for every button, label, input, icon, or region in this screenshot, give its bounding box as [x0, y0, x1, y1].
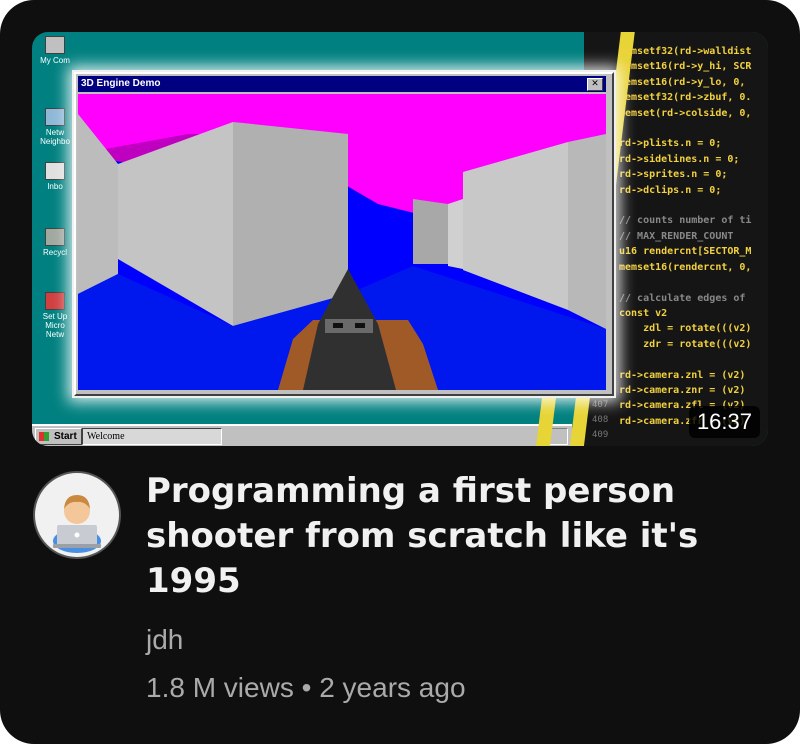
start-label: Start: [54, 431, 77, 442]
code-line: memset16(rd->y_hi, SCR: [619, 61, 752, 73]
line-number: 408: [592, 415, 609, 425]
code-line: rd->plists.n = 0;: [619, 138, 722, 150]
channel-avatar[interactable]: [33, 471, 121, 559]
taskbar-item: Welcome: [82, 428, 222, 445]
code-line: memsetf32(rd->walldist: [619, 46, 752, 57]
code-line: zdr = rotate(((v2): [619, 338, 752, 350]
technologist-with-laptop-icon: [53, 495, 101, 553]
shotgun-barrel-left: [333, 323, 343, 328]
close-icon: ✕: [587, 78, 603, 91]
network-icon: [45, 108, 65, 126]
window-title: 3D Engine Demo: [81, 78, 161, 89]
code-line: memset16(rendercnt, 0,: [619, 261, 752, 273]
wall-center-left: [233, 122, 348, 326]
code-line: // counts number of ti: [619, 215, 752, 227]
code-line: rd->sidelines.n = 0;: [619, 153, 740, 165]
code-line: // calculate edges of: [619, 292, 746, 304]
taskbar: Start Welcome: [32, 424, 572, 446]
video-thumbnail[interactable]: My Com Netw Neighbo Inbo Recycl Set Up M…: [32, 32, 768, 446]
code-line: memset16(rd->y_lo, 0,: [619, 76, 746, 88]
line-number: 409: [592, 430, 609, 440]
windows-logo-icon: [39, 432, 49, 441]
desktop-icon-label: My Com: [40, 56, 70, 65]
computer-icon: [45, 36, 65, 54]
fps-scene: [78, 94, 606, 390]
duration-badge: 16:37: [688, 406, 760, 438]
desktop-icon-label: Recycl: [42, 248, 67, 257]
code-line: rd->sprites.n = 0;: [619, 169, 728, 181]
code-line: rd->dclips.n = 0;: [619, 184, 722, 196]
code-line: memsetf32(rd->zbuf, 0.: [619, 92, 752, 104]
code-line: const v2: [619, 307, 668, 319]
desktop-icon-label: Inbo: [47, 182, 63, 191]
wall-distant-face: [448, 199, 463, 269]
shotgun-detail: [325, 319, 373, 333]
shotgun-barrel-right: [355, 323, 365, 328]
code-text: memsetf32(rd->walldist memset16(rd->y_hi,…: [619, 44, 751, 429]
code-line: // MAX_RENDER_COUNT: [619, 230, 734, 242]
meta-separator: •: [301, 672, 312, 703]
desktop-icon-label: Netw Neighbo: [40, 128, 70, 146]
channel-name[interactable]: jdh: [146, 622, 183, 658]
wall-right-near: [568, 134, 606, 329]
upload-age: 2 years ago: [319, 672, 466, 703]
video-card[interactable]: My Com Netw Neighbo Inbo Recycl Set Up M…: [0, 0, 800, 744]
code-line: rd->camera.znl = (v2): [619, 369, 746, 381]
line-numbers: 407 408 409: [592, 398, 608, 443]
code-line: zdl = rotate(((v2): [619, 323, 752, 335]
video-metadata: 1.8 M views • 2 years ago: [146, 670, 466, 706]
msn-icon: [45, 292, 65, 310]
desktop-icon-msn: Set Up Micro Netw: [36, 292, 74, 339]
line-number: 407: [592, 400, 609, 410]
inbox-icon: [45, 162, 65, 180]
desktop-icon-my-computer: My Com: [36, 36, 74, 65]
window-titlebar: 3D Engine Demo ✕: [78, 76, 606, 92]
game-viewport: [78, 94, 606, 390]
wall-distant: [413, 199, 448, 264]
start-button: Start: [35, 428, 82, 445]
desktop-icon-label: Set Up Micro Netw: [42, 312, 68, 339]
desktop-icon-network: Netw Neighbo: [36, 108, 74, 146]
video-title[interactable]: Programming a first person shooter from …: [146, 469, 776, 604]
code-line: u16 rendercnt[SECTOR_M: [619, 246, 752, 258]
code-line: memset(rd->colside, 0,: [619, 107, 752, 119]
view-count: 1.8 M views: [146, 672, 294, 703]
recycle-bin-icon: [45, 228, 65, 246]
code-line: rd->camera.znr = (v2): [619, 384, 746, 396]
desktop-icon-inbox: Inbo: [36, 162, 74, 191]
desktop-icon-recycle-bin: Recycl: [36, 228, 74, 257]
engine-window: 3D Engine Demo ✕: [74, 72, 614, 396]
